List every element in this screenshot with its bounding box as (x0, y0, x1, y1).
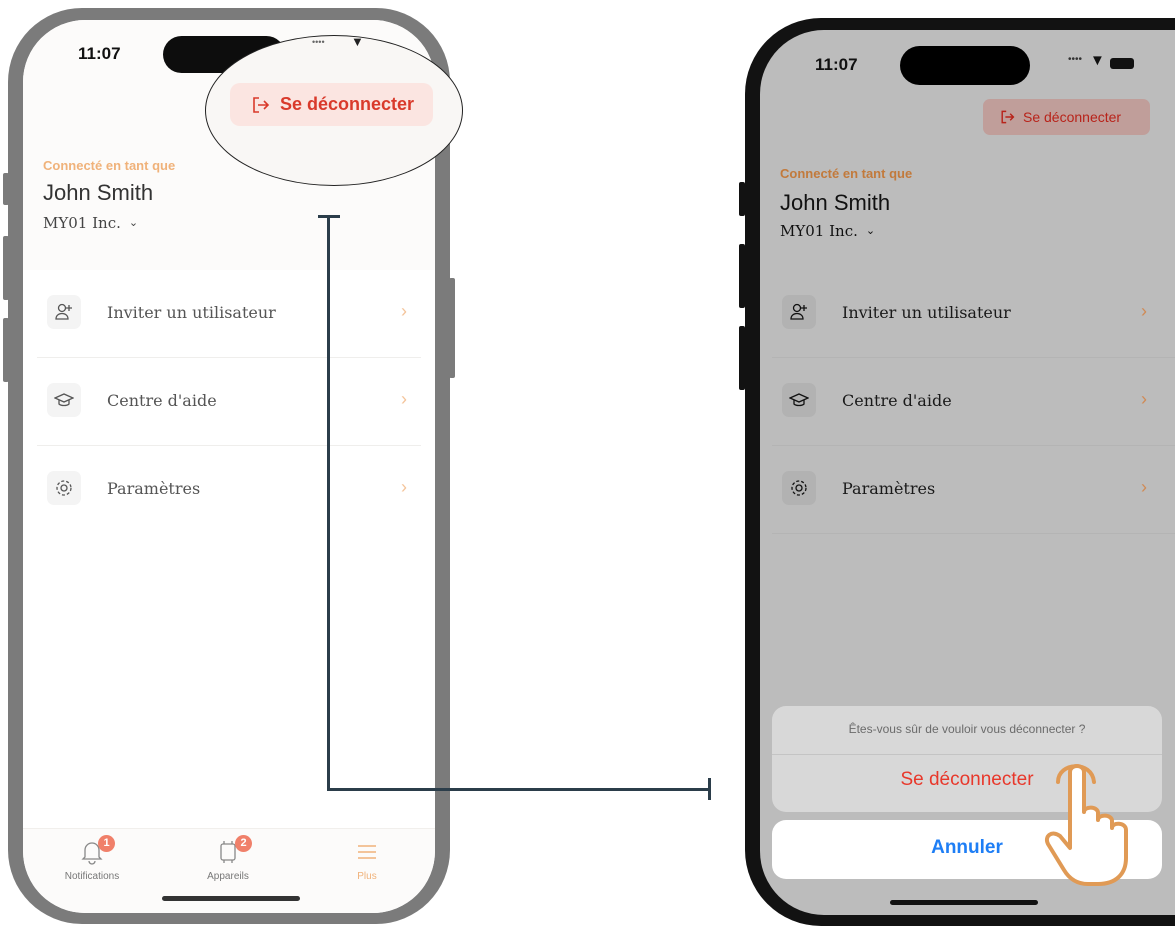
connector-line (327, 788, 711, 791)
menu-item-label: Centre d'aide (107, 391, 217, 410)
gear-icon (47, 471, 81, 505)
device-icon: 2 (173, 835, 283, 865)
organization-name: MY01 Inc. (780, 222, 858, 240)
tab-more[interactable]: Plus (312, 837, 422, 882)
menu-item-label: Inviter un utilisateur (842, 303, 1011, 322)
add-user-icon (782, 295, 816, 329)
dynamic-island (900, 46, 1030, 85)
tab-bar: 1 Notifications 2 Appareils Plus (23, 828, 435, 913)
connector-line (708, 778, 711, 800)
action-button (739, 182, 745, 216)
status-time: 11:07 (78, 44, 121, 63)
signal-icon: •••• (1068, 54, 1083, 65)
devices-badge: 2 (235, 835, 252, 852)
organization-name: MY01 Inc. (43, 214, 121, 232)
logout-icon (1001, 110, 1015, 124)
add-user-icon (47, 295, 81, 329)
wifi-icon: ▼ (1090, 52, 1105, 69)
menu-item-label: Paramètres (107, 479, 201, 498)
menu-item-label: Centre d'aide (842, 391, 952, 410)
volume-down-button (739, 326, 745, 390)
volume-up-button (3, 236, 9, 300)
settings-menu: Inviter un utilisateur › Centre d'aide ›… (772, 270, 1175, 534)
graduation-cap-icon (782, 383, 816, 417)
power-button (449, 278, 455, 378)
connected-label: Connecté en tant que (780, 166, 913, 181)
logout-icon (253, 96, 270, 113)
logout-label: Se déconnecter (1023, 109, 1122, 125)
menu-item-label: Inviter un utilisateur (107, 303, 276, 322)
graduation-cap-icon (47, 383, 81, 417)
volume-up-button (739, 244, 745, 308)
chevron-down-icon: ⌄ (128, 216, 139, 229)
tap-hand-icon (1045, 764, 1128, 886)
menu-item-invite-user[interactable]: Inviter un utilisateur › (772, 270, 1175, 358)
tab-label: Plus (357, 871, 377, 882)
tab-label: Appareils (207, 871, 249, 882)
tab-label: Notifications (64, 871, 120, 882)
home-indicator (162, 896, 300, 901)
status-time: 11:07 (815, 55, 858, 74)
tab-notifications[interactable]: 1 Notifications (37, 835, 147, 882)
gear-icon (782, 471, 816, 505)
signal-icon: •••• (312, 37, 325, 47)
chevron-down-icon: ⌄ (865, 224, 876, 237)
chevron-right-icon: › (401, 477, 407, 497)
home-indicator (890, 900, 1038, 905)
menu-item-help-center[interactable]: Centre d'aide › (772, 358, 1175, 446)
tab-devices[interactable]: 2 Appareils (173, 835, 283, 882)
user-name: John Smith (780, 190, 891, 215)
bell-icon: 1 (37, 835, 147, 865)
volume-down-button (3, 318, 9, 382)
notification-badge: 1 (98, 835, 115, 852)
organization-selector[interactable]: MY01 Inc. ⌄ (43, 214, 138, 232)
chevron-right-icon: › (1141, 477, 1147, 497)
logout-button-zoomed[interactable]: Se déconnecter (230, 83, 433, 126)
user-name: John Smith (43, 180, 154, 205)
connector-line (327, 215, 330, 791)
logout-button[interactable]: Se déconnecter (983, 99, 1150, 135)
settings-menu: Inviter un utilisateur › Centre d'aide ›… (37, 270, 421, 533)
action-sheet-message: Êtes-vous sûr de vouloir vous déconnecte… (848, 722, 1086, 736)
menu-icon (312, 837, 422, 865)
connected-label: Connecté en tant que (43, 158, 176, 173)
menu-item-help-center[interactable]: Centre d'aide › (37, 358, 421, 446)
zoom-callout: •••• ▼ Se déconnecter (205, 34, 463, 186)
menu-item-settings[interactable]: Paramètres › (772, 446, 1175, 534)
battery-icon (1110, 58, 1134, 69)
action-button (3, 173, 9, 205)
chevron-right-icon: › (401, 301, 407, 321)
wifi-icon: ▼ (351, 34, 364, 49)
menu-item-settings[interactable]: Paramètres › (37, 446, 421, 533)
chevron-right-icon: › (1141, 301, 1147, 321)
menu-item-label: Paramètres (842, 479, 936, 498)
chevron-right-icon: › (1141, 389, 1147, 409)
logout-label: Se déconnecter (280, 94, 415, 114)
chevron-right-icon: › (401, 389, 407, 409)
menu-item-invite-user[interactable]: Inviter un utilisateur › (37, 270, 421, 358)
organization-selector[interactable]: MY01 Inc. ⌄ (780, 222, 875, 240)
